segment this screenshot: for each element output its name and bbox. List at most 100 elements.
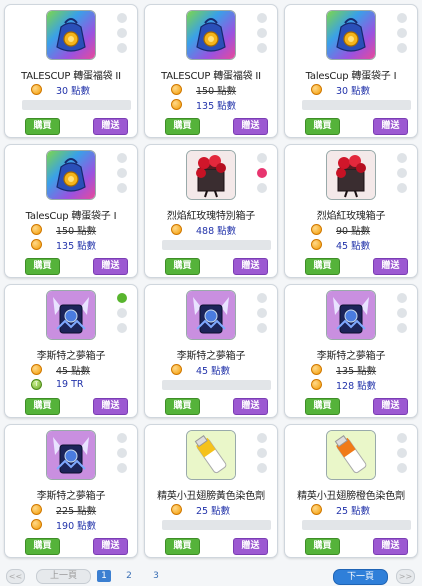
status-dots [397,433,408,478]
status-dot [117,183,127,193]
page-link-3[interactable]: 3 [149,570,163,582]
gift-button[interactable]: 贈送 [373,398,408,415]
buy-button[interactable]: 購買 [165,118,200,135]
price-text: 135 點數 [56,240,97,252]
point-coin-icon [311,239,322,250]
gift-button[interactable]: 贈送 [93,398,128,415]
last-page-button[interactable]: >> [396,569,415,584]
gift-button[interactable]: 贈送 [373,258,408,275]
buy-button[interactable]: 購買 [165,398,200,415]
placeholder-bar [162,240,271,250]
item-name: TALESCUP 轉蛋福袋 II [21,71,121,82]
price-text: 190 點數 [56,520,97,532]
point-coin-icon [311,379,322,390]
status-dot [117,153,127,163]
next-page-button[interactable]: 下一頁 [333,569,388,585]
price-text: 135 點數 [336,365,377,377]
item-name: 精英小丑翅膀橙色染色劑 [297,491,405,502]
status-dot [117,28,127,38]
buy-button[interactable]: 購買 [305,258,340,275]
page-link-2[interactable]: 2 [122,570,136,582]
status-dot [257,293,267,303]
dream-box-icon[interactable] [186,290,236,340]
price-text: 150 點數 [56,225,97,237]
gift-button[interactable]: 贈送 [233,118,268,135]
orange-dye-icon[interactable] [326,430,376,480]
item-name: 李斯特之夢箱子 [316,351,386,362]
pagination: << 上一頁 1 2 3 下一頁 >> [0,566,422,586]
rose-box-icon[interactable] [186,150,236,200]
gift-button[interactable]: 贈送 [233,258,268,275]
original-price: 45 點數 [31,363,90,377]
buy-button[interactable]: 購買 [305,538,340,555]
status-dots [117,153,128,198]
buy-button[interactable]: 購買 [165,538,200,555]
buy-button[interactable]: 購買 [305,118,340,135]
item-card: 精英小丑翅膀黃色染色劑 25 點數 購買 贈送 [144,424,278,558]
bag-icon[interactable] [326,10,376,60]
status-dot [397,43,407,53]
buy-button[interactable]: 購買 [25,398,60,415]
prev-page-label: 上一頁 [49,571,77,581]
item-name: TalesCup 轉蛋袋子 I [305,71,397,82]
point-coin-icon [171,84,182,95]
bag-icon[interactable] [46,150,96,200]
page-link-1[interactable]: 1 [97,570,111,582]
gift-button[interactable]: 贈送 [373,538,408,555]
gift-button[interactable]: 贈送 [233,398,268,415]
item-card: 精英小丑翅膀橙色染色劑 25 點數 購買 贈送 [284,424,418,558]
yellow-dye-icon[interactable] [186,430,236,480]
sale-price: 128 點數 [311,378,377,392]
dream-box-icon[interactable] [46,290,96,340]
gift-button[interactable]: 贈送 [93,258,128,275]
gift-button[interactable]: 贈送 [93,118,128,135]
original-price: 150 點數 [171,83,236,97]
item-card: 李斯特之夢箱子 135 點數 128 點數購買 贈送 [284,284,418,418]
point-coin-icon [171,504,182,515]
price-text: 45 點數 [336,240,371,252]
bag-icon[interactable] [46,10,96,60]
sale-price: 45 點數 [171,363,230,377]
buy-button[interactable]: 購買 [25,258,60,275]
gift-button[interactable]: 贈送 [373,118,408,135]
buy-button[interactable]: 購買 [25,118,60,135]
status-dot [257,308,267,318]
point-coin-icon [311,84,322,95]
original-price: 90 點數 [311,223,370,237]
buy-button[interactable]: 購買 [25,538,60,555]
point-coin-icon [171,224,182,235]
dream-box-icon[interactable] [46,430,96,480]
rose-box-icon[interactable] [326,150,376,200]
first-page-button[interactable]: << [6,569,25,584]
bag-icon[interactable] [186,10,236,60]
status-dot [257,183,267,193]
status-dot [117,43,127,53]
price-text: 488 點數 [196,225,237,237]
status-dot [257,463,267,473]
item-card: TalesCup 轉蛋袋子 I 150 點數 135 點數 購買 贈送 [4,144,138,278]
sale-price: 135 點數 [171,98,236,112]
original-price: 150 點數 [31,223,97,237]
buy-button[interactable]: 購買 [165,258,200,275]
status-dot [397,28,407,38]
original-price: 225 點數 [31,503,96,517]
price-text: 25 點數 [196,505,231,517]
gift-button[interactable]: 贈送 [93,538,128,555]
status-dot [117,13,127,23]
status-dots [117,293,128,338]
status-dot [257,28,267,38]
gift-button[interactable]: 贈送 [233,538,268,555]
prev-page-button[interactable]: 上一頁 [36,569,91,584]
status-dot [117,463,127,473]
status-dot [397,183,407,193]
status-dot [257,433,267,443]
buy-button[interactable]: 購買 [305,398,340,415]
price-text: 30 點數 [336,85,371,97]
price-text: 128 點數 [336,380,377,392]
status-dots [397,153,408,198]
item-card: 烈焰紅玫瑰特別箱子 488 點數 購買 贈送 [144,144,278,278]
original-price: 135 點數 [311,363,377,377]
placeholder-bar [302,520,411,530]
placeholder-bar [22,100,131,110]
dream-box-icon[interactable] [326,290,376,340]
